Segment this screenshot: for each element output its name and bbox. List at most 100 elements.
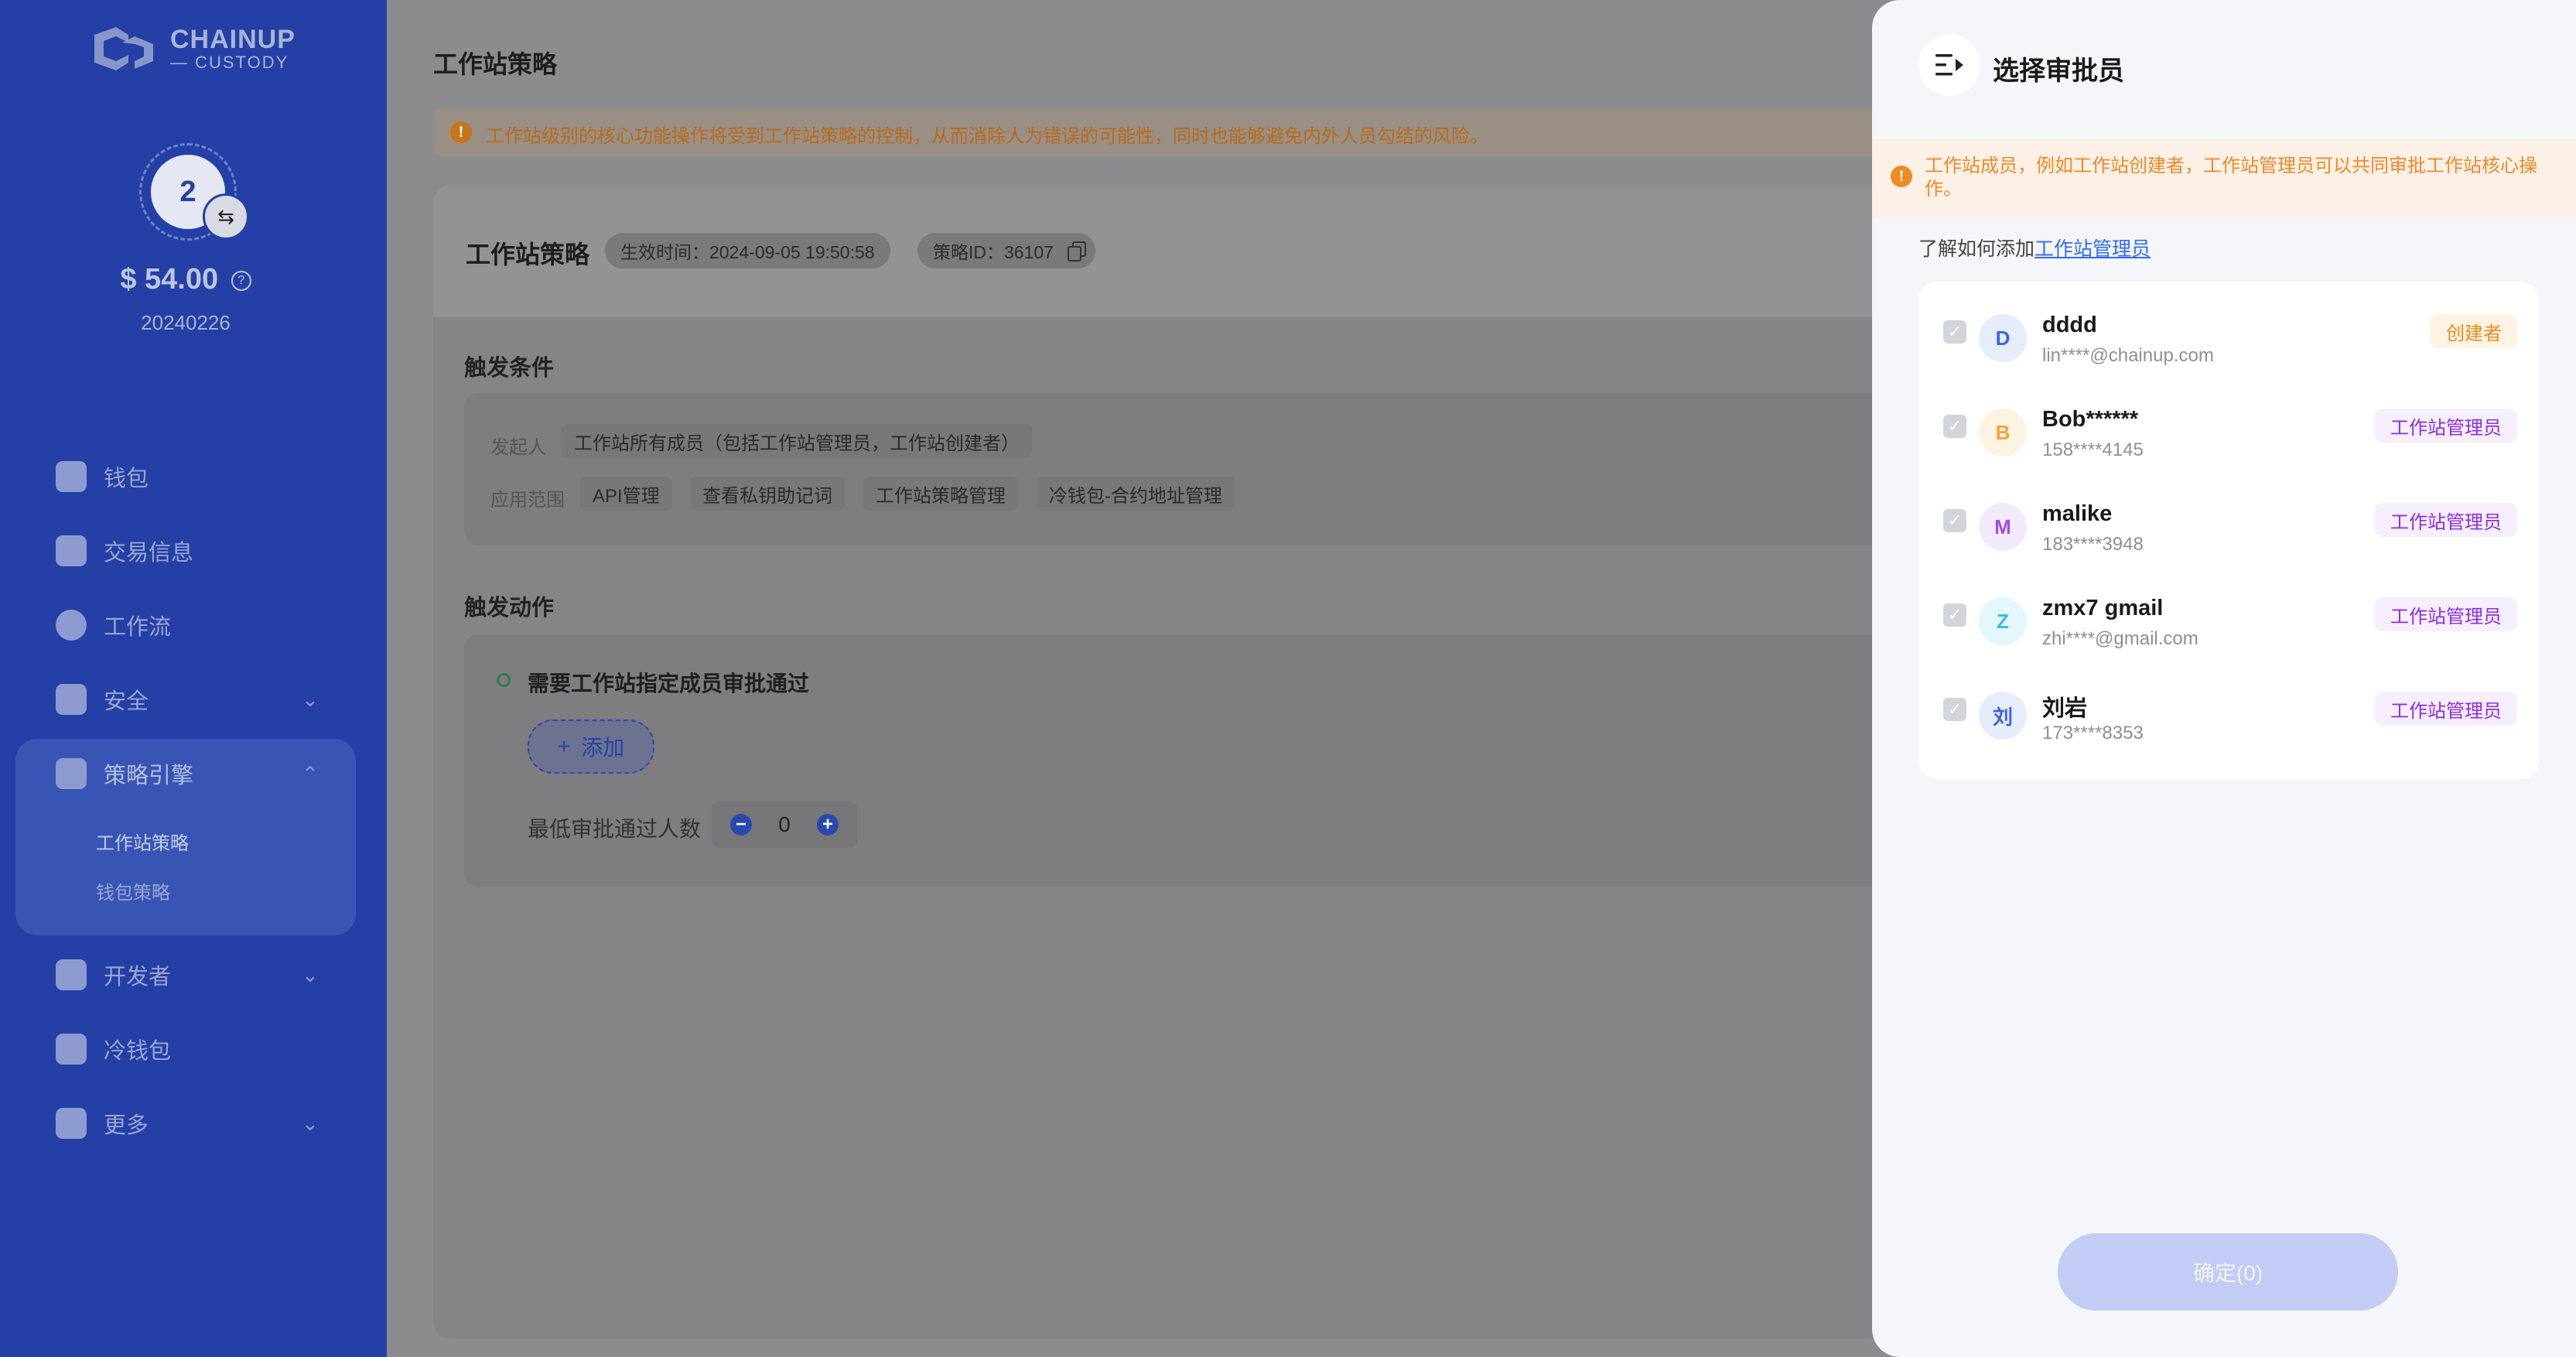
- sidebar-item-label: 策略引擎: [104, 764, 194, 788]
- role-badge: 创建者: [2431, 314, 2517, 348]
- learn-admin-link[interactable]: 工作站管理员: [2034, 238, 2151, 260]
- scope-tag: 冷钱包-合约地址管理: [1037, 477, 1235, 511]
- sidebar-item-transactions[interactable]: 交易信息: [56, 528, 193, 574]
- avatar: 刘: [1979, 692, 2027, 740]
- chevron-up-icon: ⌃: [302, 761, 319, 785]
- sidebar-item-label: 冷钱包: [104, 1039, 172, 1064]
- avatar: M: [1979, 503, 2027, 551]
- sidebar-item-label: 钱包: [104, 467, 149, 491]
- policy-engine-icon: [56, 758, 87, 789]
- approver-list: ✓ D dddd lin****@chainup.com 创建者 ✓ B Bob…: [1918, 282, 2539, 779]
- chevron-down-icon: ⌄: [302, 962, 319, 986]
- member-contact: 173****8353: [2042, 723, 2144, 743]
- drawer-warning-text: 工作站成员，例如工作站创建者，工作站管理员可以共同审批工作站核心操作。: [1925, 156, 2537, 200]
- policy-id-text: 策略ID：36107: [933, 242, 1054, 262]
- decrement-icon[interactable]: −: [730, 814, 752, 836]
- menu-collapse-icon: [1935, 54, 1963, 76]
- sidebar-item-label: 开发者: [104, 965, 172, 990]
- policy-warning-banner: ! 工作站级别的核心功能操作将受到工作站策略的控制，从而消除人为错误的可能性，同…: [433, 108, 1980, 156]
- member-contact: 158****4145: [2042, 439, 2144, 460]
- drawer-warning-banner: ! 工作站成员，例如工作站创建者，工作站管理员可以共同审批工作站核心操作。: [1872, 139, 2576, 217]
- sidebar-item-cold-wallet[interactable]: 冷钱包: [56, 1026, 171, 1072]
- increment-icon[interactable]: +: [817, 814, 839, 836]
- more-icon: [56, 1108, 87, 1139]
- learn-more-line: 了解如何添加工作站管理员: [1918, 234, 2151, 261]
- balance-amount: $ 54.00: [120, 263, 219, 296]
- initiator-value: 工作站所有成员（包括工作站管理员，工作站创建者）: [562, 424, 1032, 458]
- page-title: 工作站策略: [433, 50, 558, 78]
- trigger-conditions-title: 触发条件: [464, 356, 555, 381]
- list-item[interactable]: ✓ B Bob****** 158****4145 工作站管理员: [1918, 376, 2539, 470]
- checkbox[interactable]: ✓: [1943, 320, 1966, 344]
- role-badge: 工作站管理员: [2375, 503, 2517, 537]
- switch-workspace-icon[interactable]: ⇆: [203, 193, 249, 240]
- initiator-label: 发起人: [490, 437, 546, 458]
- checkbox[interactable]: ✓: [1943, 698, 1966, 721]
- help-icon[interactable]: ?: [231, 270, 251, 291]
- chevron-down-icon: ⌄: [302, 1111, 319, 1135]
- confirm-button[interactable]: 确定(0): [2058, 1233, 2398, 1311]
- scope-tag: 工作站策略管理: [863, 477, 1018, 511]
- plus-icon: +: [557, 734, 571, 758]
- checkbox[interactable]: ✓: [1943, 415, 1966, 438]
- checkbox[interactable]: ✓: [1943, 509, 1966, 532]
- min-approvers-label: 最低审批通过人数: [528, 817, 702, 841]
- list-item[interactable]: ✓ 刘 刘岩 173****8353 工作站管理员: [1918, 659, 2539, 754]
- sidebar-item-policy-engine[interactable]: 策略引擎 ⌃: [56, 750, 319, 797]
- member-contact: 183****3948: [2042, 534, 2144, 555]
- member-contact: zhi****@gmail.com: [2042, 628, 2198, 649]
- sidebar-item-wallet[interactable]: 钱包: [56, 453, 149, 500]
- list-item[interactable]: ✓ M malike 183****3948 工作站管理员: [1918, 470, 2539, 565]
- sidebar-item-label: 更多: [104, 1113, 149, 1138]
- member-name: 刘岩: [2042, 696, 2088, 721]
- sidebar-item-label: 工作流: [104, 615, 172, 640]
- scope-tag: API管理: [580, 477, 672, 511]
- role-badge: 工作站管理员: [2375, 692, 2517, 726]
- warning-icon: !: [450, 121, 472, 143]
- checkbox[interactable]: ✓: [1943, 603, 1966, 627]
- role-badge: 工作站管理员: [2375, 408, 2517, 443]
- workspace-balance: $ 54.00 ?: [0, 263, 371, 296]
- add-approver-button[interactable]: + 添加: [528, 720, 654, 774]
- status-dot-icon: [497, 673, 511, 687]
- transactions-icon: [56, 535, 87, 566]
- chevron-down-icon: ⌄: [302, 687, 319, 711]
- member-name: dddd: [2042, 313, 2097, 337]
- min-approvers-stepper: − 0 +: [712, 802, 857, 848]
- avatar: B: [1979, 408, 2027, 456]
- sidebar-item-more[interactable]: 更多 ⌄: [56, 1100, 319, 1147]
- chainup-logo[interactable]: CHAINUP — CUSTODY: [87, 22, 296, 76]
- avatar: D: [1979, 314, 2027, 362]
- logo-text-sub: — CUSTODY: [170, 53, 289, 72]
- sidebar-item-label: 安全: [104, 689, 149, 714]
- shield-icon: [56, 684, 87, 715]
- scope-tag: 查看私钥助记词: [690, 477, 845, 511]
- collapse-drawer-icon[interactable]: [1918, 34, 1980, 96]
- member-contact: lin****@chainup.com: [2042, 345, 2214, 366]
- member-name: Bob******: [2042, 407, 2139, 432]
- effective-time-chip: 生效时间：2024-09-05 19:50:58: [605, 233, 890, 268]
- sidebar-subitem-workstation-policy[interactable]: 工作站策略: [96, 828, 189, 855]
- sidebar-item-label: 交易信息: [104, 541, 194, 566]
- policy-warning-text: 工作站级别的核心功能操作将受到工作站策略的控制，从而消除人为错误的可能性，同时也…: [486, 126, 1488, 147]
- role-badge: 工作站管理员: [2375, 597, 2517, 631]
- warning-icon: !: [1891, 166, 1912, 187]
- list-item[interactable]: ✓ D dddd lin****@chainup.com 创建者: [1918, 282, 2539, 376]
- list-item[interactable]: ✓ Z zmx7 gmail zhi****@gmail.com 工作站管理员: [1918, 565, 2539, 659]
- sidebar-item-security[interactable]: 安全 ⌄: [56, 676, 319, 723]
- learn-more-prefix: 了解如何添加: [1918, 238, 2035, 260]
- policy-title: 工作站策略: [466, 241, 590, 268]
- sidebar-item-workflow[interactable]: 工作流: [56, 602, 171, 648]
- cold-wallet-icon: [56, 1034, 87, 1065]
- approval-requirement: 需要工作站指定成员审批通过: [528, 672, 810, 696]
- scope-label: 应用范围: [490, 490, 565, 511]
- avatar: Z: [1979, 597, 2027, 645]
- trigger-actions-title: 触发动作: [464, 596, 555, 620]
- copy-icon[interactable]: [1068, 241, 1086, 261]
- sidebar-item-developer[interactable]: 开发者 ⌄: [56, 952, 319, 998]
- workspace-name: 20240226: [141, 311, 231, 334]
- sidebar-subitem-wallet-policy[interactable]: 钱包策略: [96, 877, 170, 904]
- member-name: zmx7 gmail: [2042, 596, 2164, 620]
- sidebar: CHAINUP — CUSTODY 2 ⇆ $ 54.00 ? 20240226…: [0, 0, 387, 1357]
- logo-text-main: CHAINUP: [170, 25, 296, 54]
